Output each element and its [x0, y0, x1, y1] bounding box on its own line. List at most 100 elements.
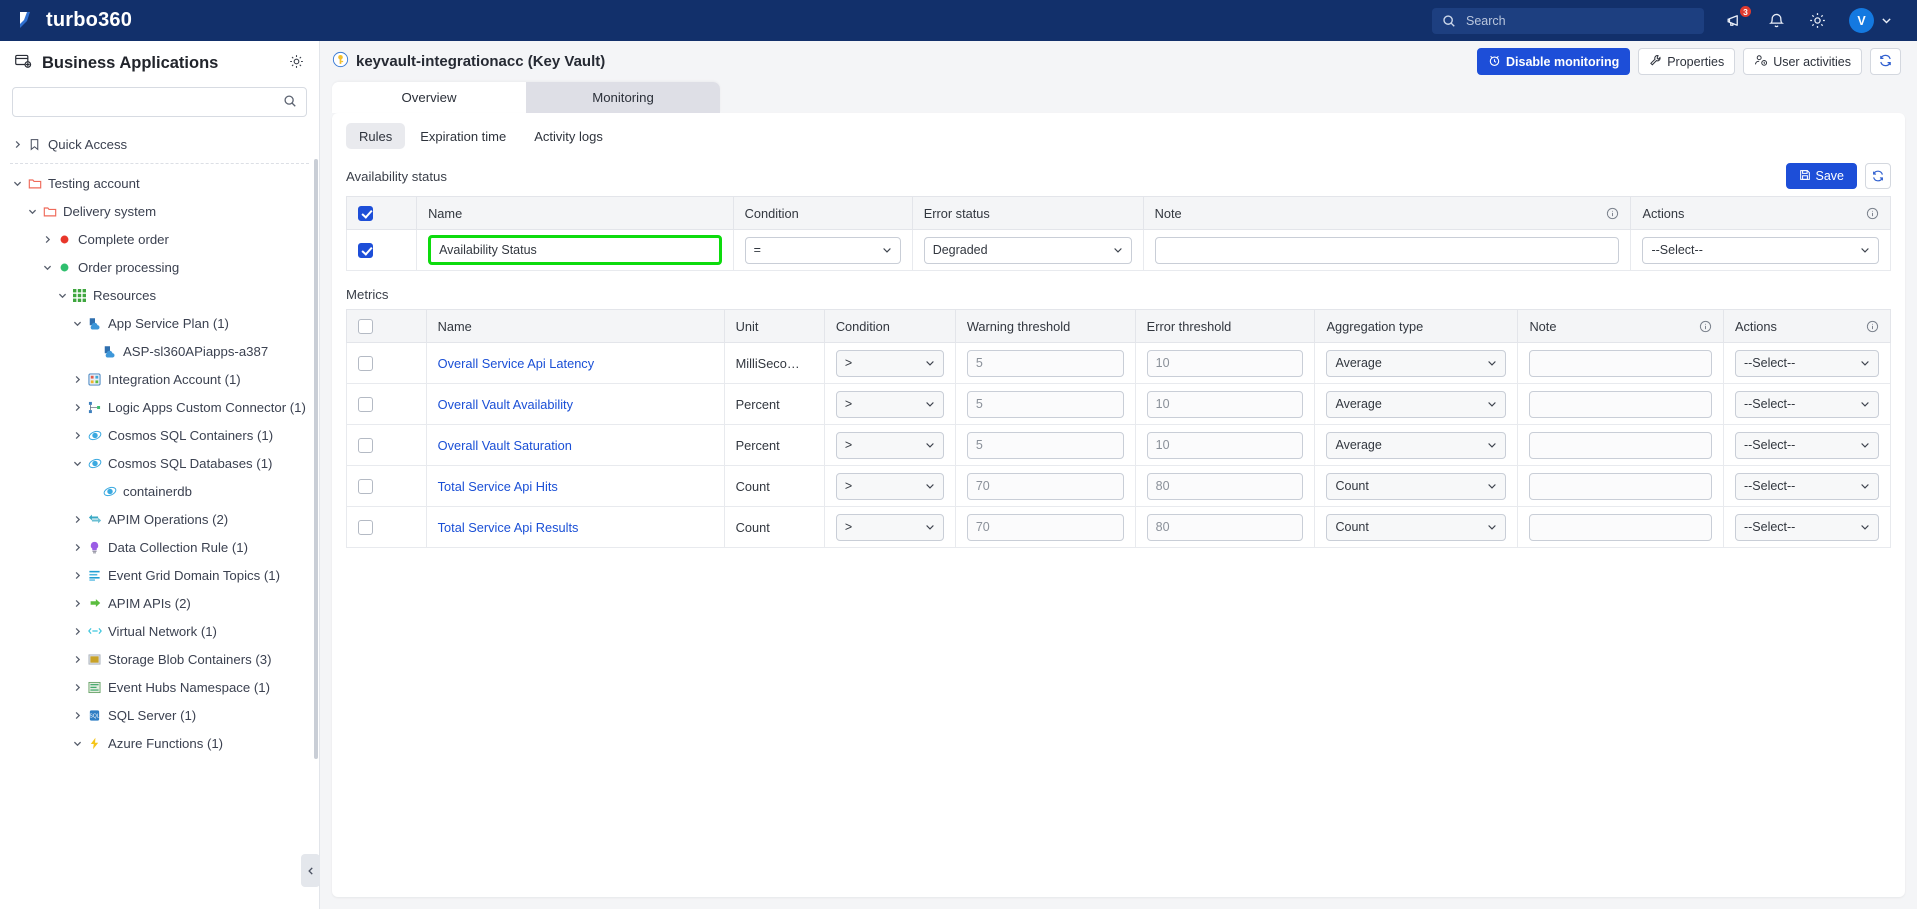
save-button[interactable]: Save: [1785, 163, 1857, 189]
chevron-down-icon[interactable]: [25, 206, 40, 217]
tree-item[interactable]: Event Grid Domain Topics (1): [0, 561, 319, 589]
sidebar-search-input[interactable]: [22, 94, 283, 110]
availability-refresh-button[interactable]: [1865, 163, 1891, 189]
metrics-row-checkbox[interactable]: [358, 397, 373, 413]
chevron-down-icon[interactable]: [55, 290, 70, 301]
tree-item[interactable]: Quick Access: [0, 130, 319, 158]
metrics-row-checkbox[interactable]: [358, 520, 373, 536]
chevron-down-icon[interactable]: [70, 458, 85, 469]
subtab-rules[interactable]: Rules: [346, 123, 406, 149]
metrics-actions-select[interactable]: --Select--: [1734, 349, 1879, 377]
info-icon[interactable]: [1866, 207, 1879, 220]
sidebar-settings-icon[interactable]: [288, 53, 305, 73]
tree-item[interactable]: Azure Functions (1): [0, 729, 319, 757]
tab-monitoring[interactable]: Monitoring: [526, 82, 720, 113]
metrics-actions-select[interactable]: --Select--: [1734, 472, 1879, 500]
availability-row-checkbox[interactable]: [358, 243, 373, 259]
metrics-warning-threshold-input[interactable]: [966, 431, 1124, 459]
metrics-name-link[interactable]: Total Service Api Hits: [438, 479, 558, 494]
tree-item[interactable]: Data Collection Rule (1): [0, 533, 319, 561]
metrics-warning-threshold-input[interactable]: [966, 513, 1124, 541]
info-icon[interactable]: [1606, 207, 1619, 220]
tree-item[interactable]: Cosmos SQL Databases (1): [0, 449, 319, 477]
availability-condition-select[interactable]: =: [744, 236, 901, 264]
chevron-down-icon[interactable]: [40, 262, 55, 273]
subtab-activity-logs[interactable]: Activity logs: [521, 123, 616, 149]
tree-item[interactable]: Storage Blob Containers (3): [0, 645, 319, 673]
chevron-down-icon[interactable]: [10, 178, 25, 189]
metrics-error-threshold-input[interactable]: [1146, 513, 1304, 541]
chevron-right-icon[interactable]: [70, 402, 85, 413]
metrics-aggregation-type-select[interactable]: Count: [1326, 472, 1507, 500]
user-menu[interactable]: V: [1849, 8, 1893, 33]
tree-item[interactable]: Cosmos SQL Containers (1): [0, 421, 319, 449]
availability-note-input[interactable]: [1154, 236, 1620, 264]
metrics-note-input[interactable]: [1529, 431, 1712, 459]
availability-error-status-select[interactable]: Degraded: [923, 236, 1132, 264]
chevron-right-icon[interactable]: [70, 682, 85, 693]
tree-item[interactable]: Delivery system: [0, 197, 319, 225]
info-icon[interactable]: [1699, 320, 1712, 333]
metrics-aggregation-type-select[interactable]: Count: [1326, 513, 1507, 541]
notifications-button[interactable]: [1767, 11, 1786, 30]
refresh-page-button[interactable]: [1870, 48, 1901, 75]
metrics-row-checkbox[interactable]: [358, 479, 373, 495]
metrics-note-input[interactable]: [1529, 513, 1712, 541]
disable-monitoring-button[interactable]: Disable monitoring: [1477, 48, 1631, 75]
metrics-condition-select[interactable]: >: [835, 472, 944, 500]
chevron-right-icon[interactable]: [70, 598, 85, 609]
chevron-right-icon[interactable]: [70, 542, 85, 553]
metrics-row-checkbox[interactable]: [358, 356, 373, 372]
metrics-condition-select[interactable]: >: [835, 513, 944, 541]
metrics-name-link[interactable]: Total Service Api Results: [438, 520, 579, 535]
chevron-right-icon[interactable]: [70, 430, 85, 441]
global-search[interactable]: [1432, 7, 1704, 34]
availability-select-all-checkbox[interactable]: [358, 206, 373, 222]
metrics-name-link[interactable]: Overall Vault Availability: [438, 397, 573, 412]
tree-item[interactable]: Integration Account (1): [0, 365, 319, 393]
chevron-right-icon[interactable]: [70, 710, 85, 721]
tree-item[interactable]: Resources: [0, 281, 319, 309]
chevron-right-icon[interactable]: [70, 626, 85, 637]
metrics-warning-threshold-input[interactable]: [966, 349, 1124, 377]
metrics-note-input[interactable]: [1529, 349, 1712, 377]
chevron-right-icon[interactable]: [10, 139, 25, 150]
tree-item[interactable]: App Service Plan (1): [0, 309, 319, 337]
tree-item[interactable]: SQL SQL Server (1): [0, 701, 319, 729]
metrics-error-threshold-input[interactable]: [1146, 390, 1304, 418]
availability-name-input[interactable]: [428, 235, 722, 265]
sidebar-collapse-button[interactable]: [301, 854, 320, 887]
metrics-error-threshold-input[interactable]: [1146, 431, 1304, 459]
metrics-select-all-checkbox[interactable]: [358, 319, 373, 335]
tree-item[interactable]: Logic Apps Custom Connector (1): [0, 393, 319, 421]
tree-item[interactable]: Complete order: [0, 225, 319, 253]
properties-button[interactable]: Properties: [1638, 48, 1736, 75]
tree-item[interactable]: Event Hubs Namespace (1): [0, 673, 319, 701]
announcements-button[interactable]: 3: [1726, 5, 1752, 30]
metrics-actions-select[interactable]: --Select--: [1734, 390, 1879, 418]
metrics-condition-select[interactable]: >: [835, 431, 944, 459]
metrics-error-threshold-input[interactable]: [1146, 472, 1304, 500]
metrics-warning-threshold-input[interactable]: [966, 390, 1124, 418]
metrics-aggregation-type-select[interactable]: Average: [1326, 431, 1507, 459]
chevron-down-icon[interactable]: [70, 738, 85, 749]
metrics-note-input[interactable]: [1529, 390, 1712, 418]
tree-item[interactable]: APIM Operations (2): [0, 505, 319, 533]
tree-item[interactable]: Testing account: [0, 169, 319, 197]
user-activities-button[interactable]: User activities: [1743, 48, 1862, 75]
tree-item[interactable]: Virtual Network (1): [0, 617, 319, 645]
metrics-aggregation-type-select[interactable]: Average: [1326, 390, 1507, 418]
chevron-right-icon[interactable]: [70, 654, 85, 665]
tree-item[interactable]: APIM APIs (2): [0, 589, 319, 617]
chevron-right-icon[interactable]: [70, 514, 85, 525]
metrics-name-link[interactable]: Overall Service Api Latency: [438, 356, 594, 371]
chevron-right-icon[interactable]: [70, 374, 85, 385]
metrics-condition-select[interactable]: >: [835, 390, 944, 418]
metrics-name-link[interactable]: Overall Vault Saturation: [438, 438, 572, 453]
tree-item[interactable]: Order processing: [0, 253, 319, 281]
search-input[interactable]: [1464, 12, 1694, 29]
metrics-note-input[interactable]: [1529, 472, 1712, 500]
metrics-warning-threshold-input[interactable]: [966, 472, 1124, 500]
tab-overview[interactable]: Overview: [332, 82, 526, 113]
metrics-actions-select[interactable]: --Select--: [1734, 431, 1879, 459]
